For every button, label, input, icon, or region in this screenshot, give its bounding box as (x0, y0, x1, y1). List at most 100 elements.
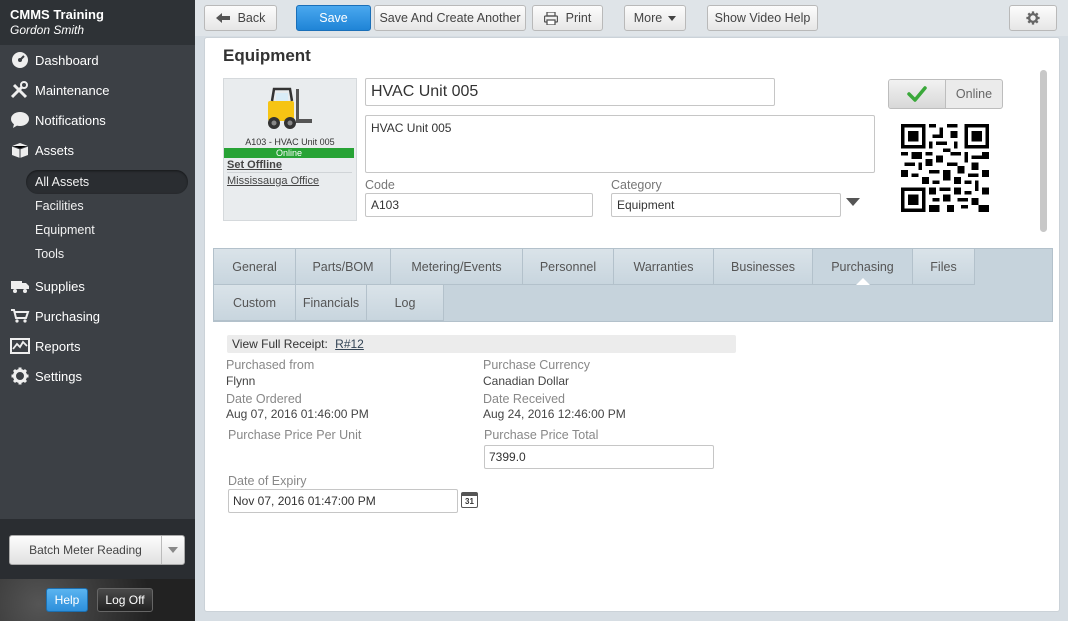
nav-supplies[interactable]: Supplies (0, 271, 195, 301)
view-full-receipt-bar: View Full Receipt: R#12 (227, 335, 736, 353)
receipt-label: View Full Receipt: (232, 337, 328, 351)
forklift-icon (262, 85, 316, 136)
more-label: More (633, 11, 663, 25)
tab-businesses[interactable]: Businesses (714, 249, 813, 285)
gear-icon (1026, 11, 1040, 25)
nav-assets[interactable]: Assets (0, 135, 195, 165)
scrollbar-thumb[interactable] (1040, 70, 1047, 232)
category-dropdown-arrow-icon[interactable] (846, 198, 860, 206)
qr-code-icon (901, 124, 989, 215)
equipment-caption: A103 - HVAC Unit 005 (245, 137, 335, 147)
date-of-expiry-input[interactable] (228, 489, 458, 513)
caret-down-icon (668, 15, 677, 21)
show-video-help-button[interactable]: Show Video Help (707, 5, 818, 31)
tab-metering-events[interactable]: Metering/Events (391, 249, 523, 285)
purchase-currency-value: Canadian Dollar (483, 374, 570, 388)
date-of-expiry-label: Date of Expiry (228, 474, 307, 488)
save-button[interactable]: Save (296, 5, 371, 31)
back-button[interactable]: Back (204, 5, 277, 31)
main-nav: Dashboard Maintenance Notifications Asse… (0, 45, 195, 391)
receipt-link[interactable]: R#12 (335, 337, 364, 351)
more-dropdown-button[interactable]: More (624, 5, 686, 31)
nav-settings[interactable]: Settings (0, 361, 195, 391)
date-ordered-label: Date Ordered (226, 392, 302, 406)
printer-icon (543, 11, 558, 25)
nav-label: Assets (35, 142, 75, 158)
code-input[interactable] (365, 193, 593, 217)
batch-meter-reading-button[interactable]: Batch Meter Reading (9, 535, 185, 565)
tab-warranties[interactable]: Warranties (614, 249, 714, 285)
user-name: Gordon Smith (10, 23, 85, 37)
gear-icon (10, 366, 30, 386)
batch-meter-reading-label: Batch Meter Reading (10, 536, 162, 564)
online-status-label: Online (955, 87, 993, 101)
purchased-from-label: Purchased from (226, 358, 315, 372)
location-link[interactable]: Mississauga Office (227, 175, 319, 187)
settings-gear-button[interactable] (1009, 5, 1057, 31)
nav-dashboard[interactable]: Dashboard (0, 45, 195, 75)
save-and-create-another-button[interactable]: Save And Create Another (374, 5, 526, 31)
nav-label: Maintenance (35, 82, 110, 98)
nav-label: Notifications (35, 112, 106, 128)
category-label: Category (611, 178, 662, 192)
nav-notifications[interactable]: Notifications (0, 105, 195, 135)
category-input[interactable] (611, 193, 841, 217)
truck-icon (10, 276, 30, 296)
price-per-unit-label: Purchase Price Per Unit (228, 428, 362, 442)
page-title: Equipment (223, 46, 311, 65)
sidebar-bottom: Batch Meter Reading Help Log Off (0, 519, 195, 621)
calendar-icon[interactable]: 31 (461, 492, 478, 508)
help-button[interactable]: Help (46, 588, 88, 612)
nav-label: Purchasing (35, 308, 101, 324)
chart-icon (10, 336, 30, 356)
date-ordered-value: Aug 07, 2016 01:46:00 PM (226, 407, 369, 421)
tab-bar: General Parts/BOM Metering/Events Person… (213, 248, 1053, 322)
main-panel: Equipment A103 - HVAC Unit 005 Online Se… (204, 37, 1060, 612)
tab-purchasing[interactable]: Purchasing (813, 249, 913, 285)
code-label: Code (365, 178, 395, 192)
toolbar: Back Save Save And Create Another Print … (195, 0, 1068, 36)
org-name: CMMS Training (10, 7, 104, 22)
sub-equipment[interactable]: Equipment (0, 218, 195, 242)
back-label: Back (237, 11, 266, 25)
purchase-currency-label: Purchase Currency (483, 358, 590, 372)
tab-general[interactable]: General (214, 249, 296, 285)
nav-maintenance[interactable]: Maintenance (0, 75, 195, 105)
tab-financials[interactable]: Financials (296, 285, 367, 321)
equipment-description-input[interactable]: HVAC Unit 005 (365, 115, 875, 173)
price-total-input[interactable] (484, 445, 714, 469)
chevron-down-icon[interactable] (162, 536, 184, 564)
purchased-from-value: Flynn (226, 374, 256, 388)
tab-log[interactable]: Log (367, 285, 444, 321)
online-status-toggle[interactable]: Online (888, 79, 1003, 109)
set-offline-link[interactable]: Set Offline (227, 159, 282, 171)
equipment-name-input[interactable] (365, 78, 775, 106)
sidebar-header: CMMS Training Gordon Smith (0, 0, 195, 45)
log-off-button[interactable]: Log Off (97, 588, 153, 612)
tab-personnel[interactable]: Personnel (523, 249, 614, 285)
sub-tools[interactable]: Tools (0, 242, 195, 266)
nav-purchasing[interactable]: Purchasing (0, 301, 195, 331)
cart-icon (10, 306, 30, 326)
sidebar: CMMS Training Gordon Smith Dashboard Mai… (0, 0, 195, 621)
date-received-value: Aug 24, 2016 12:46:00 PM (483, 407, 626, 421)
nav-label: Reports (35, 338, 81, 354)
nav-label: Supplies (35, 278, 85, 294)
scrollbar[interactable] (1040, 70, 1047, 232)
checkmark-icon[interactable] (889, 80, 946, 108)
equipment-card: A103 - HVAC Unit 005 Online Set Offline … (223, 78, 357, 221)
sub-all-assets[interactable]: All Assets (26, 170, 188, 194)
sub-facilities[interactable]: Facilities (0, 194, 195, 218)
sidebar-footer: Help Log Off (0, 579, 195, 621)
divider (227, 172, 352, 173)
nav-reports[interactable]: Reports (0, 331, 195, 361)
box-icon (10, 140, 30, 160)
arrow-left-icon (215, 13, 230, 23)
print-button[interactable]: Print (532, 5, 603, 31)
date-received-label: Date Received (483, 392, 565, 406)
assets-submenu: All Assets Facilities Equipment Tools (0, 165, 195, 271)
tab-files[interactable]: Files (913, 249, 975, 285)
tab-parts-bom[interactable]: Parts/BOM (296, 249, 391, 285)
tab-custom[interactable]: Custom (214, 285, 296, 321)
price-total-label: Purchase Price Total (484, 428, 599, 442)
